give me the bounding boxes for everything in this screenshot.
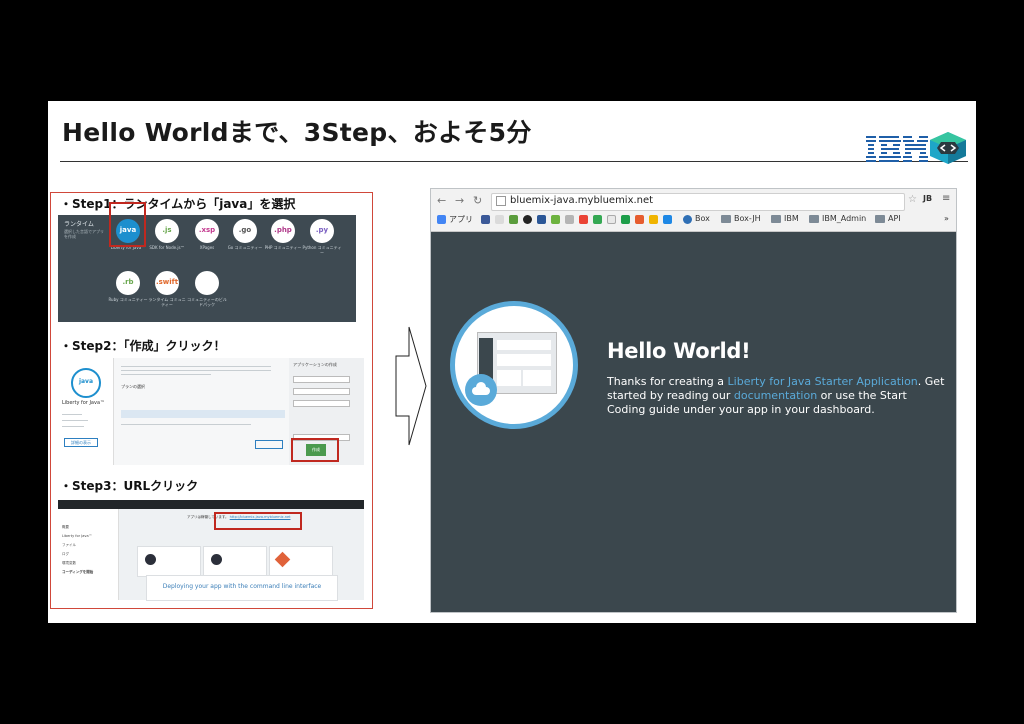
runtime-go-icon[interactable]: .go <box>233 219 257 243</box>
bookmark-icon[interactable] <box>481 215 490 224</box>
bookmark-icon[interactable] <box>537 215 546 224</box>
box-icon <box>683 215 692 224</box>
bookmark-icon[interactable] <box>635 215 644 224</box>
runtime-heading: ランタイム <box>64 221 94 228</box>
folder-icon <box>721 215 731 223</box>
runtime-caption: コミュニティーのビルドパック <box>187 297 227 307</box>
runtime-caption: XPages <box>199 245 215 250</box>
bookmark-box-jh[interactable]: Box-JH <box>734 214 761 223</box>
forward-icon[interactable]: → <box>455 194 464 207</box>
bookmark-icon[interactable] <box>551 215 560 224</box>
documentation-link[interactable]: documentation <box>734 389 817 402</box>
github-icon[interactable] <box>523 215 532 224</box>
browser-window: ← → ↻ bluemix-java.mybluemix.net ☆ JB ≡ … <box>430 188 957 613</box>
hello-world-heading: Hello World! <box>607 339 751 363</box>
runtime-xpages-icon[interactable]: .xsp <box>195 219 219 243</box>
side-menu-item[interactable]: 環境変数 <box>62 559 93 568</box>
reload-icon[interactable]: ↻ <box>473 194 482 207</box>
java-selection-highlight <box>109 202 146 247</box>
runtime-caption: SDK for Node.js™ <box>149 245 185 250</box>
side-menu-item[interactable]: コーディングを開始 <box>62 568 93 577</box>
runtime-ruby-icon[interactable]: .rb <box>116 271 140 295</box>
extension-icon[interactable]: JB <box>923 194 932 203</box>
cloud-icon <box>465 374 497 406</box>
bookmark-icon[interactable] <box>565 215 574 224</box>
runtime-caption: PHP コミュニティー <box>264 245 302 250</box>
step1-label: ・Step1：ランタイムから「java」を選択 <box>60 197 296 211</box>
step1-runtime-screenshot: ランタイム 選択した言語でアプリを作成 java Liberty for Jav… <box>58 215 356 322</box>
app-illustration <box>450 301 578 429</box>
slide-title: Hello Worldまで、3Step、およそ5分 <box>62 118 532 147</box>
deploy-banner: Deploying your app with the command line… <box>146 575 338 601</box>
bookmark-icon[interactable] <box>621 215 630 224</box>
runtime-caption: Python コミュニティー <box>302 245 342 255</box>
bookmark-icon[interactable] <box>495 215 504 224</box>
step2-label: ・Step2：「作成」クリック！ <box>60 339 226 353</box>
hello-world-body: Thanks for creating a Liberty for Java S… <box>607 375 945 416</box>
ibm-logo <box>866 136 928 162</box>
runtime-caption: Go コミュニティー <box>227 245 263 250</box>
menu-icon[interactable]: ≡ <box>942 193 950 204</box>
right-arrow-icon <box>395 326 427 446</box>
back-icon[interactable]: ← <box>437 194 446 207</box>
slide: Hello Worldまで、3Step、およそ5分 ・Step1：ランタイムから… <box>48 101 976 623</box>
runtime-buildpack-icon[interactable] <box>195 271 219 295</box>
folder-icon <box>875 215 885 223</box>
bookmark-apps[interactable]: アプリ <box>449 214 473 225</box>
runtime-caption: ランタイム コミュニティー <box>148 297 186 307</box>
folder-icon <box>809 215 819 223</box>
bookmark-ibm-admin[interactable]: IBM_Admin <box>822 214 866 223</box>
create-button-highlight <box>291 438 339 462</box>
java-badge-icon: java <box>71 368 101 398</box>
bookmark-icon[interactable] <box>663 215 672 224</box>
address-bar[interactable]: bluemix-java.mybluemix.net <box>491 193 905 211</box>
bookmark-box[interactable]: Box <box>695 214 710 223</box>
title-divider <box>60 161 968 162</box>
address-url: bluemix-java.mybluemix.net <box>510 195 654 206</box>
bookmark-icon[interactable] <box>593 215 602 224</box>
bluemix-hex-icon <box>930 132 966 164</box>
side-menu-item[interactable]: 概要 <box>62 523 93 532</box>
plan-panel: プランの選択 <box>115 362 285 462</box>
google-icon[interactable] <box>579 215 588 224</box>
more-button[interactable]: 詳細の表示 <box>64 438 98 447</box>
runtime-caption: Ruby コミュニティー <box>108 297 148 302</box>
runtime-python-icon[interactable]: .py <box>310 219 334 243</box>
wikipedia-icon[interactable] <box>649 215 658 224</box>
app-summary-panel: java Liberty for Java™ 詳細の表示 <box>58 358 114 465</box>
page-icon <box>496 196 506 206</box>
app-side-menu: 概要 Liberty for Java™ ファイル ログ 環境変数 コーディング… <box>58 509 119 600</box>
domain-select[interactable] <box>293 400 350 407</box>
step3-label: ・Step3：URLクリック <box>60 479 199 493</box>
app-name: Liberty for Java™ <box>62 400 106 406</box>
runtime-node-icon[interactable]: .js <box>155 219 179 243</box>
app-name-input[interactable] <box>293 376 350 383</box>
bluemix-top-bar <box>58 500 364 509</box>
runtime-swift-icon[interactable]: .swift <box>155 271 179 295</box>
side-title: アプリケーションの作成 <box>293 362 337 367</box>
bookmark-icon[interactable] <box>607 215 616 224</box>
bookmarks-more-icon[interactable]: » <box>944 214 949 223</box>
url-highlight <box>214 512 302 530</box>
runtime-php-icon[interactable]: .php <box>271 219 295 243</box>
host-input[interactable] <box>293 388 350 395</box>
runtime-subtext: 選択した言語でアプリを作成 <box>64 229 104 239</box>
bookmark-api[interactable]: API <box>888 214 901 223</box>
star-icon[interactable]: ☆ <box>908 194 917 205</box>
plan-button[interactable] <box>255 440 283 449</box>
pricing-heading: プランの選択 <box>121 384 145 389</box>
side-menu-item[interactable]: ログ <box>62 550 93 559</box>
side-menu-item[interactable]: Liberty for Java™ <box>62 532 93 541</box>
side-menu-item[interactable]: ファイル <box>62 541 93 550</box>
apps-icon <box>437 215 446 224</box>
bookmark-ibm[interactable]: IBM <box>784 214 799 223</box>
browser-toolbar: ← → ↻ bluemix-java.mybluemix.net ☆ JB ≡ … <box>431 189 956 232</box>
folder-icon <box>771 215 781 223</box>
liberty-starter-link[interactable]: Liberty for Java Starter Application <box>728 375 918 388</box>
bookmark-icon[interactable] <box>509 215 518 224</box>
